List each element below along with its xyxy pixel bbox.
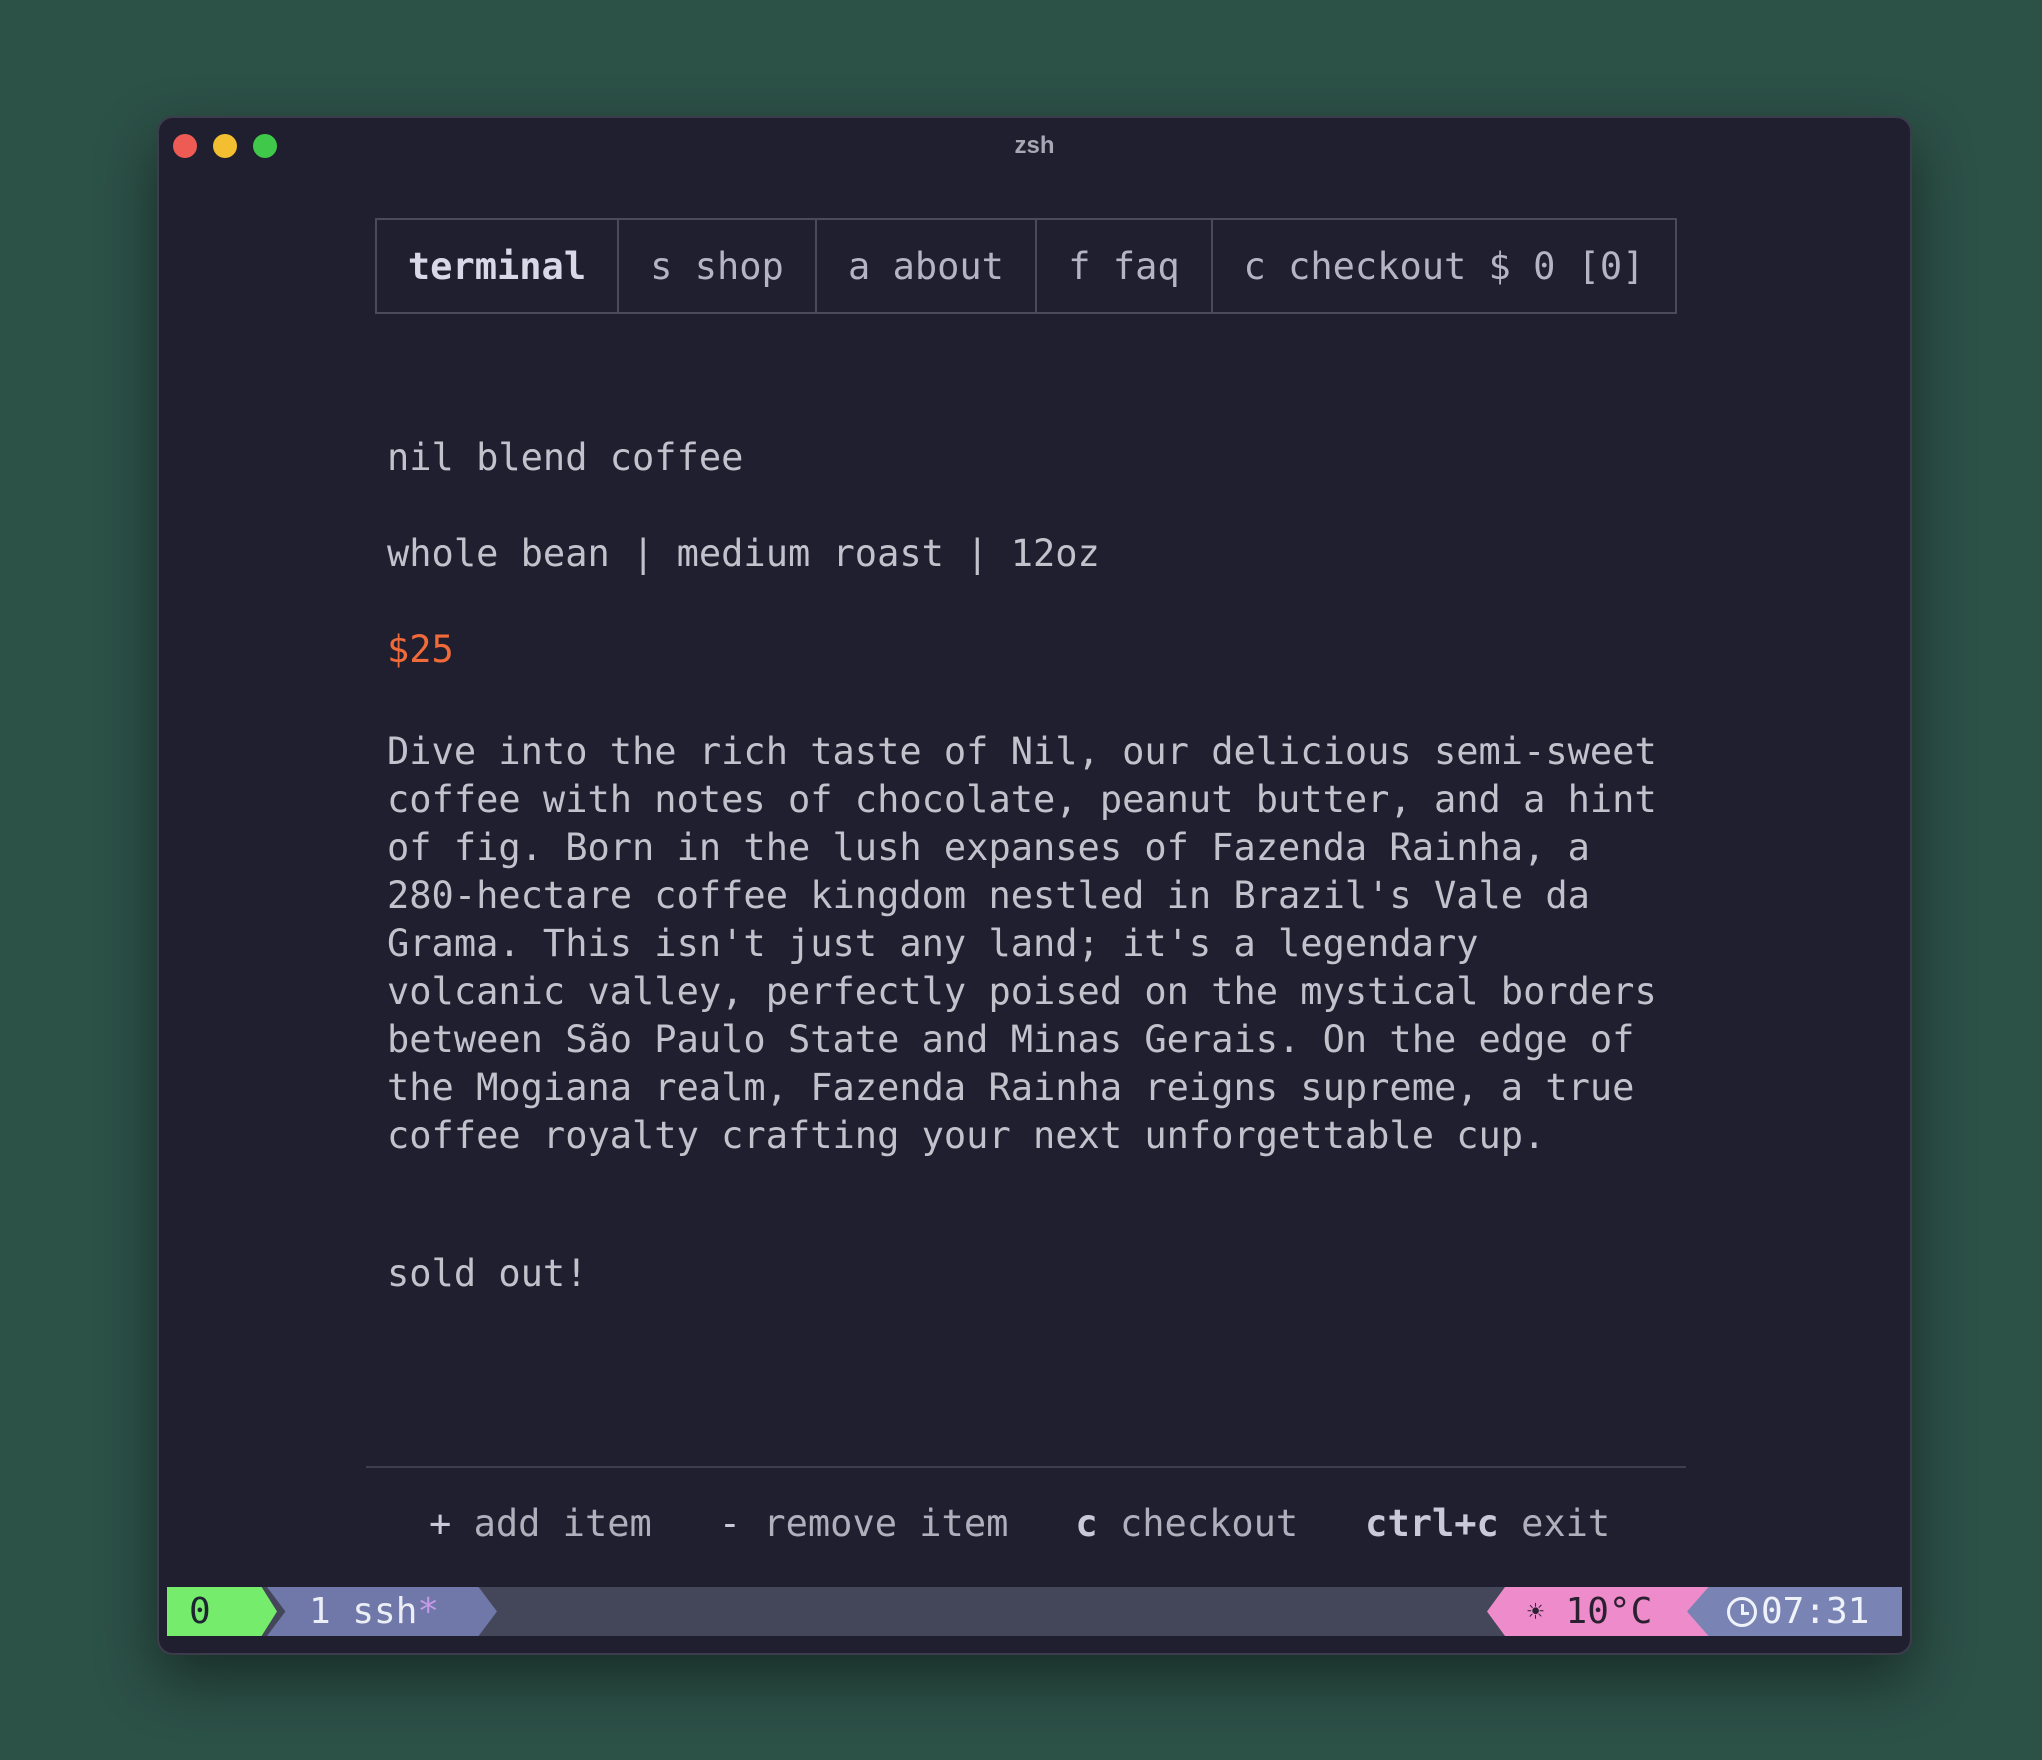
title-bar: zsh	[159, 118, 1910, 172]
weather-segment: ☀ 10°C	[1487, 1587, 1712, 1636]
product-details: whole bean | medium roast | 12oz	[387, 532, 1100, 575]
time-segment: 07:31	[1687, 1587, 1902, 1636]
sun-icon: ☀	[1527, 1595, 1544, 1628]
tab-terminal[interactable]: terminal	[377, 220, 619, 312]
help-action: exit	[1521, 1501, 1611, 1545]
window-name: ssh	[352, 1591, 418, 1632]
product-description: Dive into the rich taste of Nil, our del…	[387, 730, 1657, 1157]
product-name: nil blend coffee	[387, 436, 744, 479]
help-exit: ctrl+c exit	[1365, 1502, 1610, 1545]
help-divider	[366, 1466, 1686, 1468]
help-add-item: + add item	[429, 1502, 652, 1545]
tab-faq[interactable]: f faq	[1037, 220, 1213, 312]
tab-about[interactable]: a about	[817, 220, 1037, 312]
clock-time: 07:31	[1761, 1591, 1870, 1632]
help-remove-item: - remove item	[719, 1502, 1009, 1545]
window-flag: *	[417, 1591, 440, 1632]
help-key: ctrl+c	[1365, 1501, 1499, 1545]
window-index: 1	[309, 1591, 331, 1632]
keybinding-help: + add item - remove item c checkout ctrl…	[429, 1493, 1677, 1553]
tab-checkout[interactable]: c checkout $ 0 [0]	[1213, 220, 1675, 312]
help-key: +	[429, 1501, 452, 1545]
terminal-window: zsh terminal s shop a about f faq c chec…	[157, 116, 1912, 1655]
help-key: c	[1075, 1501, 1098, 1545]
temperature: 10°C	[1565, 1591, 1653, 1632]
session-segment[interactable]: 0	[167, 1587, 277, 1636]
session-name: 0	[189, 1591, 211, 1632]
window-title: zsh	[1014, 132, 1055, 159]
help-action: checkout	[1119, 1501, 1299, 1545]
nav-tabs: terminal s shop a about f faq c checkout…	[375, 218, 1677, 314]
clock-icon	[1727, 1596, 1757, 1627]
product-status: sold out!	[387, 1252, 588, 1295]
tab-shop[interactable]: s shop	[619, 220, 817, 312]
product-price: $25	[387, 628, 454, 671]
help-action: remove item	[763, 1501, 1009, 1545]
help-key: -	[718, 1501, 742, 1545]
window-segment[interactable]: 1 ssh *	[267, 1587, 497, 1636]
help-checkout: c checkout	[1075, 1502, 1298, 1545]
help-action: add item	[473, 1501, 652, 1545]
tmux-status-bar: 0 1 ssh * ☀ 10°C 07:31	[167, 1587, 1902, 1636]
